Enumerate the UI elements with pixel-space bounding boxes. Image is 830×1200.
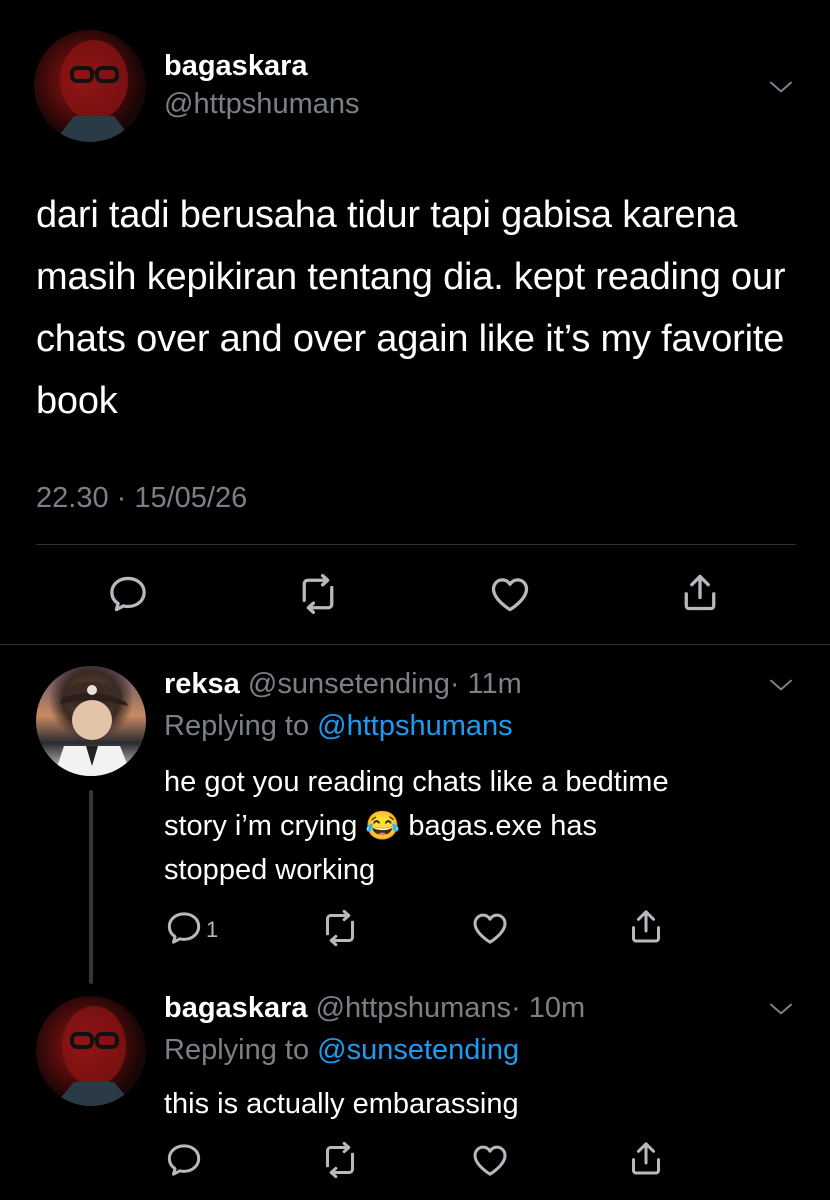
laughing-emoji-icon: 😂 [365,810,401,841]
reply-text-line: he got you reading chats like a bedtime [164,766,669,798]
divider [36,544,796,545]
cap-icon [54,682,132,776]
chevron-down-icon[interactable] [766,994,796,1024]
replying-to-link[interactable]: @httpshumans [317,710,512,742]
chevron-down-icon[interactable] [766,72,796,102]
retweet-icon[interactable] [320,908,360,948]
replying-to-label: Replying to [164,710,310,742]
share-icon[interactable] [678,570,722,614]
like-icon[interactable] [488,572,532,616]
reply-time[interactable]: · 11m [450,668,522,700]
reply-author-name[interactable]: reksa [164,668,240,700]
reply-button[interactable]: 1 [164,908,218,948]
author-avatar[interactable] [34,30,146,142]
reply-header: reksa @sunsetending· 11m [164,668,522,701]
tweet-text: dari tadi berusaha tidur tapi gabisa kar… [36,194,786,422]
divider [0,644,830,645]
glasses-icon [54,40,134,142]
replying-to: Replying to @sunsetending [164,1034,519,1067]
reply-text-line: stopped working [164,854,376,886]
tweet-timestamp[interactable]: 22.30 · 15/05/26 [36,482,247,515]
reply-text: this is actually embarassing [164,1088,519,1120]
reply-avatar[interactable] [36,996,146,1106]
replying-to: Replying to @httpshumans [164,710,513,743]
reply-count: 1 [206,917,219,942]
reply-text-segment: story i’m crying [164,810,358,842]
thread-line [89,790,93,984]
reply-avatar[interactable] [36,666,146,776]
replying-to-link[interactable]: @sunsetending [317,1034,519,1066]
share-icon[interactable] [626,906,666,946]
reply-author-name[interactable]: bagaskara [164,992,308,1024]
reply-time[interactable]: · 10m [511,992,585,1024]
author-handle[interactable]: @httpshumans [164,88,359,121]
like-icon[interactable] [470,1140,510,1180]
replying-to-label: Replying to [164,1034,310,1066]
retweet-icon[interactable] [320,1140,360,1180]
author-name[interactable]: bagaskara [164,50,308,83]
reply-author-handle[interactable]: @httpshumans [316,992,511,1024]
like-icon[interactable] [470,908,510,948]
reply-text-line: story i’m crying 😂 bagas.exe has [164,804,794,848]
reply-icon [164,908,204,948]
share-icon[interactable] [626,1138,666,1178]
chevron-down-icon[interactable] [766,670,796,700]
reply-author-handle[interactable]: @sunsetending [248,668,450,700]
glasses-icon [54,1006,134,1106]
reply-header: bagaskara @httpshumans· 10m [164,992,585,1025]
reply-icon[interactable] [164,1140,204,1180]
reply-icon[interactable] [106,572,150,616]
reply-text: he got you reading chats like a bedtime … [164,760,794,892]
reply-text-segment: bagas.exe has [408,810,598,842]
retweet-icon[interactable] [296,572,340,616]
